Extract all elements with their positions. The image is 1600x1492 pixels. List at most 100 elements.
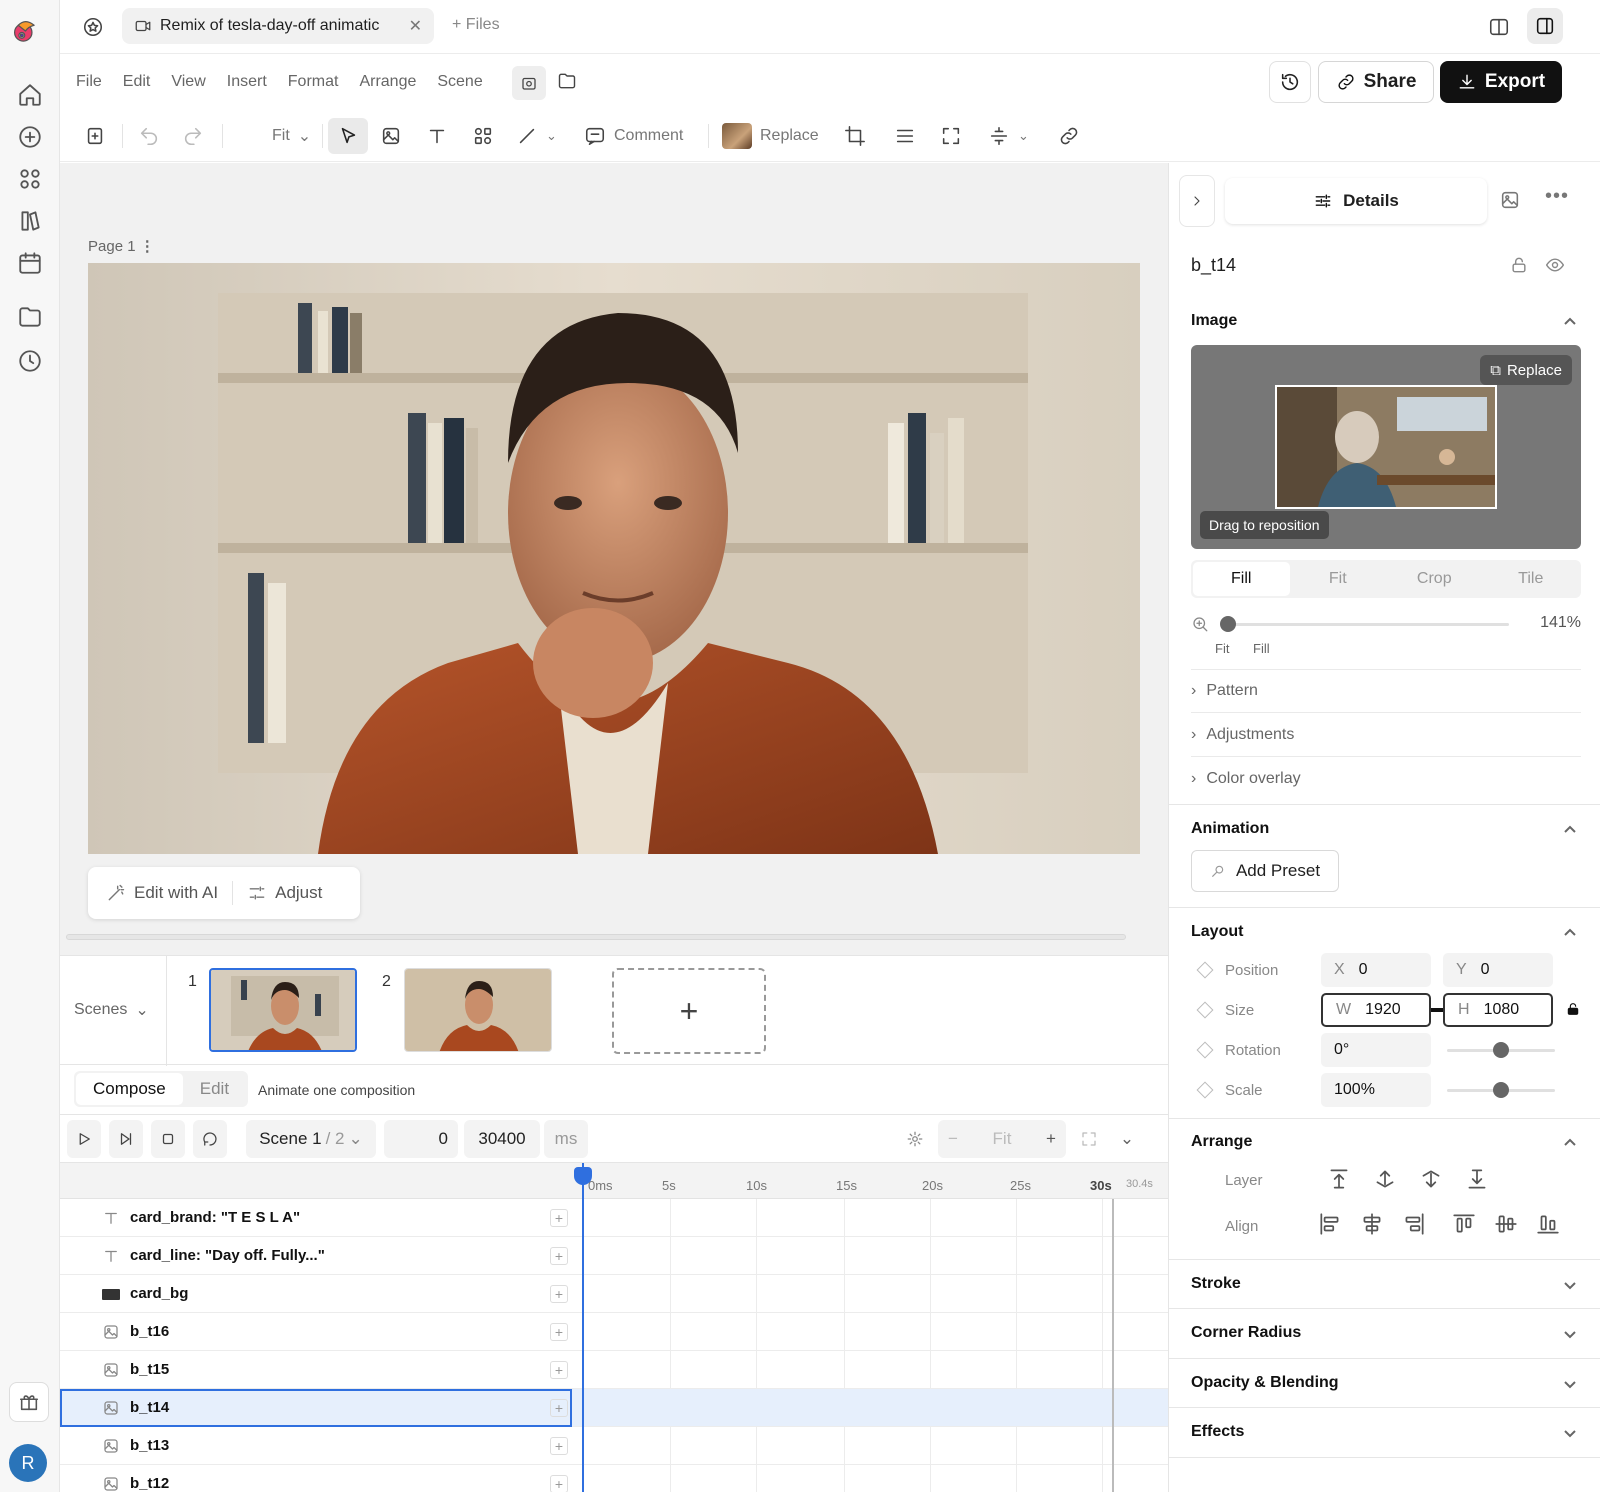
fullscreen-icon[interactable] [940,118,962,154]
tab-details[interactable]: Details [1225,178,1487,224]
horizontal-scrollbar[interactable] [66,934,1126,940]
collapse-panel-button[interactable] [1179,175,1215,227]
bring-forward-icon[interactable] [1372,1166,1398,1192]
media-tab-icon[interactable] [1499,189,1521,211]
position-y-field[interactable]: Y0 [1443,953,1553,987]
align-bottom-icon[interactable] [1535,1211,1561,1237]
animation-section-title[interactable]: Animation [1191,820,1269,838]
folder-icon[interactable] [557,71,577,91]
time-ruler[interactable]: 0ms 5s 10s 15s 20s 25s 30s 30.4s [60,1163,1168,1199]
split-view-icon[interactable] [1488,16,1510,38]
close-tab-icon[interactable]: ✕ [409,16,422,36]
rotation-slider[interactable] [1447,1042,1555,1058]
align-top-icon[interactable] [1451,1211,1477,1237]
keyframe-icon[interactable] [1196,1001,1214,1019]
timeline-track-row[interactable]: b_t13 + [60,1427,1168,1465]
timeline-track-row[interactable]: b_t16 + [60,1313,1168,1351]
edit-with-ai-button[interactable]: Edit with AI [106,883,218,903]
elements-tool-icon[interactable] [472,118,494,154]
link-icon[interactable] [1058,118,1080,154]
timeline-track-row[interactable]: card_bg + [60,1275,1168,1313]
version-history-button[interactable] [1269,61,1311,103]
comment-button[interactable]: Comment [584,118,683,154]
timeline-track-row[interactable]: b_t15 + [60,1351,1168,1389]
timeline-track-row[interactable]: b_t14 + [60,1389,1168,1427]
aspect-lock-icon[interactable] [1565,1001,1581,1017]
align-middle-v-icon[interactable] [1493,1211,1519,1237]
lock-icon[interactable] [1509,255,1529,275]
timeline-track-row[interactable]: card_brand: "T E S L A" + [60,1199,1168,1237]
canvas-area[interactable]: Page 1 ⋮ Edit with AI Adjust [60,163,1168,955]
add-scene-button[interactable]: + [612,968,766,1054]
calendar-icon[interactable] [17,250,43,276]
user-avatar[interactable]: R [9,1444,47,1482]
adjust-button[interactable]: Adjust [247,883,322,903]
replace-image-button[interactable]: ⧉ Replace [1480,355,1572,385]
expand-timeline-icon[interactable] [1072,1120,1106,1158]
folder-icon[interactable] [17,304,43,330]
align-right-icon[interactable] [1401,1211,1427,1237]
text-tool-icon[interactable] [426,118,448,154]
loop-icon[interactable] [193,1120,227,1158]
keyframe-icon[interactable] [1196,961,1214,979]
chevron-down-icon[interactable] [1562,1277,1578,1293]
image-preview[interactable]: ⧉ Replace Drag to reposition [1191,345,1581,549]
pattern-row[interactable]: › Pattern [1191,669,1581,713]
scene-thumbnail-1[interactable] [209,968,357,1052]
send-backward-icon[interactable] [1418,1166,1444,1192]
collapse-timeline-icon[interactable]: ⌄ [1110,1120,1144,1158]
export-button[interactable]: Export [1440,61,1562,103]
scale-field[interactable]: 100% [1321,1073,1431,1107]
menu-scene[interactable]: Scene [437,73,482,91]
create-icon[interactable] [17,124,43,150]
redo-icon[interactable] [182,118,204,154]
timeline-track-row[interactable]: card_line: "Day off. Fully..." + [60,1237,1168,1275]
chevron-up-icon[interactable] [1562,314,1578,330]
align-left-icon[interactable] [1317,1211,1343,1237]
app-logo[interactable] [11,18,47,54]
size-h-field[interactable]: H 1080 [1443,993,1553,1027]
send-to-back-icon[interactable] [1464,1166,1490,1192]
mode-crop[interactable]: Crop [1386,562,1483,596]
page-label[interactable]: Page 1 ⋮ [88,237,155,255]
scene-mode-icon[interactable] [512,66,546,100]
scale-slider[interactable] [1447,1082,1555,1098]
scene-selector[interactable]: Scene 1/ 2 ⌄ [246,1120,376,1158]
image-thumbnail[interactable] [1275,385,1497,509]
gift-icon[interactable] [9,1382,49,1422]
zoom-slider[interactable] [1220,616,1509,632]
mode-tile[interactable]: Tile [1483,562,1580,596]
add-keyframe-button[interactable]: + [550,1360,568,1379]
add-keyframe-button[interactable]: + [550,1208,568,1227]
select-tool-icon[interactable] [328,118,368,154]
arrange-section-title[interactable]: Arrange [1191,1133,1252,1151]
zoom-slider-knob[interactable] [1220,616,1236,632]
effects-section-title[interactable]: Effects [1191,1423,1244,1441]
zoom-fit-marker[interactable]: Fit [1215,641,1229,656]
position-x-field[interactable]: X0 [1321,953,1431,987]
zoom-in-button[interactable]: + [1046,1129,1056,1149]
add-keyframe-button[interactable]: + [550,1436,568,1455]
zoom-fit-dropdown[interactable]: Fit ⌄ [272,118,311,154]
bring-to-front-icon[interactable] [1326,1166,1352,1192]
menu-arrange[interactable]: Arrange [359,73,416,91]
brand-icon[interactable] [17,208,43,234]
add-keyframe-button[interactable]: + [550,1322,568,1341]
apps-icon[interactable] [17,166,43,192]
home-icon[interactable] [17,82,43,108]
playhead[interactable] [582,1163,584,1492]
new-page-icon[interactable] [84,118,106,154]
end-time-field[interactable]: 30400 [464,1120,540,1158]
distribute-icon[interactable]: ⌄ [988,118,1029,154]
chevron-up-icon[interactable] [1562,925,1578,941]
stop-icon[interactable] [151,1120,185,1158]
playhead-handle[interactable] [574,1167,592,1185]
chevron-down-icon[interactable] [1562,1376,1578,1392]
crop-icon[interactable] [844,118,866,154]
undo-icon[interactable] [138,118,160,154]
chevron-up-icon[interactable] [1562,822,1578,838]
layout-section-title[interactable]: Layout [1191,923,1243,941]
end-marker[interactable] [1112,1199,1114,1492]
visibility-icon[interactable] [1545,255,1565,275]
play-icon[interactable] [67,1120,101,1158]
